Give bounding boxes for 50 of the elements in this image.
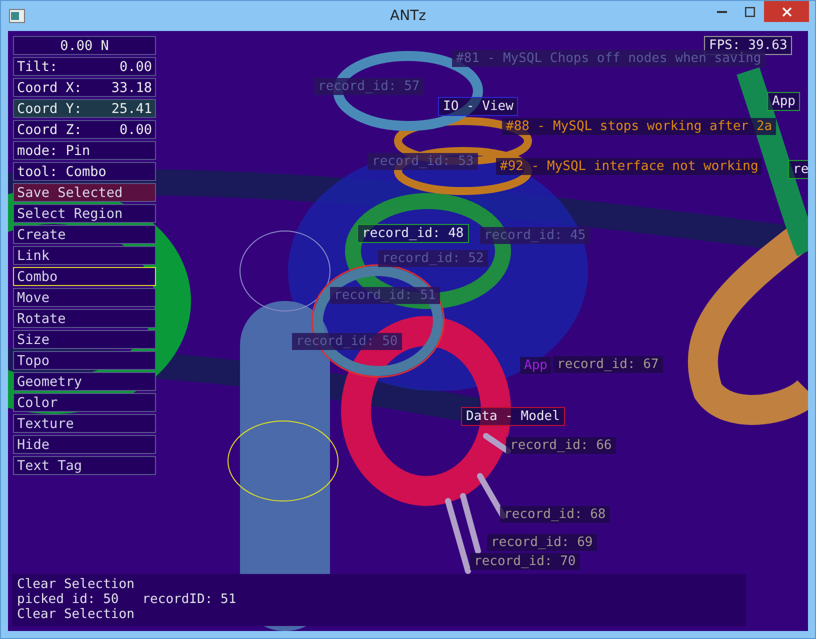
node-label: record_id: 45 — [480, 227, 590, 244]
readout-field: mode: Pin — [13, 141, 156, 160]
readout-field: 0.00 N — [13, 36, 156, 55]
readout-field: Coord Y: 25.41 — [13, 99, 156, 118]
node-label: record_id: 50 — [292, 333, 402, 350]
node-tag: App — [767, 92, 800, 111]
node-tag: IO - View — [438, 97, 518, 116]
readout-field: Coord X: 33.18 — [13, 78, 156, 97]
node-label: record_id: 52 — [378, 250, 488, 267]
tool-button[interactable]: Save Selected — [13, 183, 156, 202]
close-icon — [782, 6, 792, 16]
node-label: record_id: 53 — [368, 153, 478, 170]
node-label: record_id: 70 — [470, 553, 580, 570]
close-button[interactable] — [764, 1, 809, 22]
node-tag: Data - Model — [461, 407, 565, 426]
node-label: record_id: 68 — [500, 506, 610, 523]
readout-field: Tilt: 0.00 — [13, 57, 156, 76]
readout-field: tool: Combo — [13, 162, 156, 181]
node-label: record_id: 67 — [553, 356, 663, 373]
maximize-icon — [745, 6, 755, 16]
minimize-icon — [717, 10, 727, 12]
tool-button[interactable]: Hide — [13, 435, 156, 454]
node-label: record_id: 69 — [487, 534, 597, 551]
tool-button[interactable]: Rotate — [13, 309, 156, 328]
node-label: #92 - MySQL interface not working — [496, 158, 762, 175]
tool-button[interactable]: Combo — [13, 267, 156, 286]
node-tag: record_id: 48 — [357, 224, 469, 243]
readout-field: Coord Z: 0.00 — [13, 120, 156, 139]
console-line: Clear Selection — [17, 607, 136, 622]
console-line: Clear Selection — [17, 577, 136, 592]
tool-button[interactable]: Texture — [13, 414, 156, 433]
window-title: ANTz — [390, 8, 426, 24]
tool-button[interactable]: Create — [13, 225, 156, 244]
tool-button[interactable]: Color — [13, 393, 156, 412]
tool-button[interactable]: Link — [13, 246, 156, 265]
node-label: #81 - MySQL Chops off nodes when saving — [452, 50, 766, 67]
node-label: record_id: 66 — [506, 437, 616, 454]
node-label: record_id: 57 — [314, 78, 424, 95]
tool-button[interactable]: Select Region — [13, 204, 156, 223]
node-label: record_id: 51 — [330, 287, 440, 304]
node-tag: re — [788, 160, 808, 179]
node-label: #88 - MySQL stops working after 2a — [502, 118, 776, 135]
tool-button[interactable]: Text Tag — [13, 456, 156, 475]
app-icon — [9, 9, 25, 23]
tool-button[interactable]: Move — [13, 288, 156, 307]
tool-button[interactable]: Geometry — [13, 372, 156, 391]
tool-button[interactable]: Topo — [13, 351, 156, 370]
tool-button[interactable]: Size — [13, 330, 156, 349]
console-line: picked id: 50 recordID: 51 — [17, 592, 238, 607]
node-label: App — [520, 357, 552, 374]
